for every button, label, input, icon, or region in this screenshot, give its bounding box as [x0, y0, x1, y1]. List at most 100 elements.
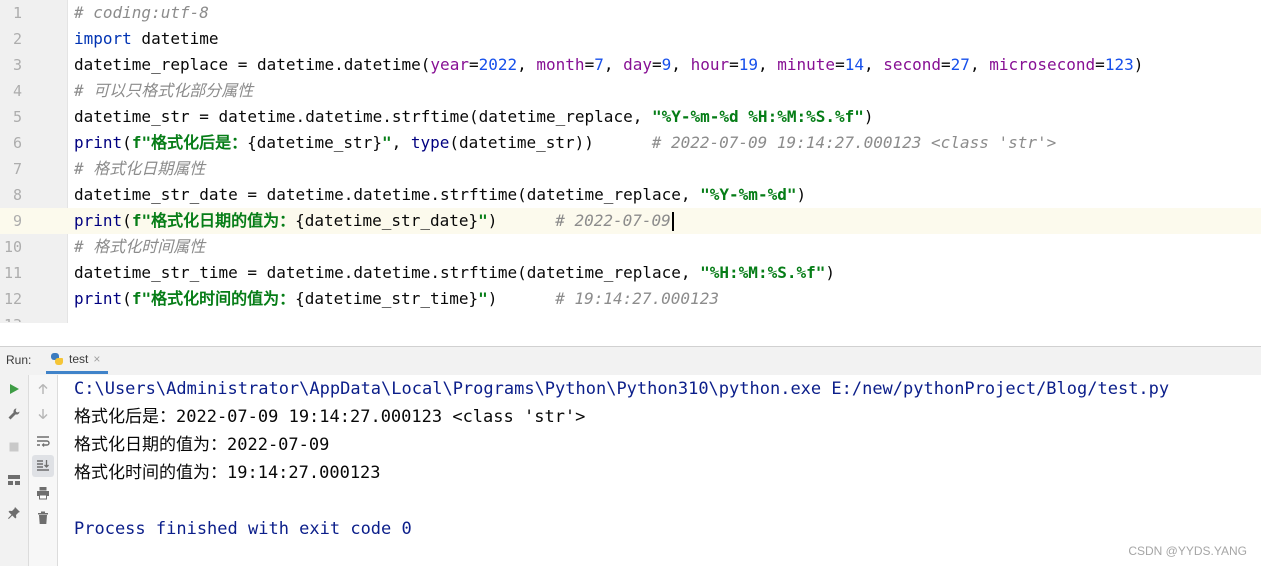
- soft-wrap-icon[interactable]: [32, 430, 54, 452]
- code-token: ): [487, 211, 556, 230]
- code-token: =: [729, 55, 739, 74]
- code-token: ,: [391, 133, 411, 152]
- code-token: "%Y-%m-%d": [700, 185, 797, 204]
- code-line[interactable]: 1 # coding:utf-8: [0, 0, 1261, 26]
- code-text[interactable]: print(f"格式化后是：{datetime_str}", type(date…: [74, 130, 1056, 156]
- code-token: ): [825, 263, 836, 282]
- run-tab-label: test: [69, 352, 89, 366]
- code-token: # 格式化时间属性: [74, 237, 206, 256]
- code-line[interactable]: 11 datetime_str_time = datetime.datetime.…: [0, 260, 1261, 286]
- code-token: 19: [738, 55, 758, 74]
- console-output-line: 格式化后是：2022-07-09 19:14:27.000123 <class …: [74, 403, 585, 431]
- code-token: ,: [517, 55, 537, 74]
- layout-icon[interactable]: [3, 469, 25, 491]
- code-text[interactable]: # 可以只格式化部分属性: [74, 78, 253, 104]
- code-text[interactable]: print(f"格式化时间的值为：{datetime_str_time}") #…: [74, 286, 719, 312]
- code-token: 2022: [478, 55, 518, 74]
- code-token: =: [468, 55, 479, 74]
- code-token: =: [584, 55, 595, 74]
- code-line[interactable]: 12 print(f"格式化时间的值为：{datetime_str_time}")…: [0, 286, 1261, 312]
- code-token: # 19:14:27.000123: [555, 289, 719, 308]
- code-token: {datetime_str}: [247, 133, 382, 152]
- code-text[interactable]: datetime_replace = datetime.datetime(yea…: [74, 52, 1143, 78]
- code-token: (datetime_str)): [449, 133, 652, 152]
- code-token: {datetime_str_time}: [295, 289, 479, 308]
- line-number: 2: [12, 30, 22, 48]
- code-token: import: [74, 29, 132, 48]
- run-toolbar-secondary: [29, 375, 58, 566]
- code-token: # coding:utf-8: [74, 3, 209, 22]
- code-token: # 2022-07-09 19:14:27.000123 <class 'str…: [651, 133, 1057, 152]
- code-text[interactable]: datetime_str_time = datetime.datetime.st…: [74, 260, 835, 286]
- code-token: =: [835, 55, 845, 74]
- code-text[interactable]: # 格式化时间属性: [74, 234, 205, 260]
- code-token: ): [796, 185, 807, 204]
- scroll-to-end-icon[interactable]: [32, 455, 54, 477]
- code-token: =: [652, 55, 662, 74]
- print-icon[interactable]: [32, 482, 54, 504]
- code-token: (: [122, 289, 132, 308]
- code-token: type: [410, 133, 450, 152]
- line-number: 5: [12, 108, 22, 126]
- play-icon[interactable]: [3, 378, 25, 400]
- code-token: ,: [603, 55, 624, 74]
- code-token: "%Y-%m-%d %H:%M:%S.%f": [651, 107, 864, 126]
- code-token: minute: [777, 55, 836, 74]
- run-console[interactable]: C:\Users\Administrator\AppData\Local\Pro…: [58, 375, 1261, 566]
- run-label: Run:: [6, 353, 32, 367]
- code-token: day: [623, 55, 653, 74]
- arrow-down-icon[interactable]: [32, 403, 54, 425]
- code-token: (: [122, 133, 132, 152]
- code-token: =: [1095, 55, 1105, 74]
- console-command-line[interactable]: C:\Users\Administrator\AppData\Local\Pro…: [74, 375, 1169, 403]
- code-token: 27: [950, 55, 970, 74]
- code-line[interactable]: 6 print(f"格式化后是：{datetime_str}", type(dat…: [0, 130, 1261, 156]
- code-token: datetime_str = datetime.datetime.strftim…: [74, 107, 652, 126]
- line-number: 7: [12, 160, 22, 178]
- console-output-text: 格式化后是：2022-07-09 19:14:27.000123 <class …: [74, 407, 586, 427]
- code-token: month: [536, 55, 585, 74]
- code-token: # 可以只格式化部分属性: [74, 81, 254, 100]
- wrench-icon[interactable]: [3, 403, 25, 425]
- code-token: "%H:%M:%S.%f": [700, 263, 826, 282]
- code-token: datetime: [131, 29, 219, 48]
- code-line[interactable]: 7 # 格式化日期属性: [0, 156, 1261, 182]
- code-token: 123: [1104, 55, 1134, 74]
- trash-icon[interactable]: [32, 507, 54, 529]
- code-line[interactable]: 3 datetime_replace = datetime.datetime(ye…: [0, 52, 1261, 78]
- console-output-text: 格式化时间的值为：19:14:27.000123: [74, 463, 381, 483]
- code-token: ,: [671, 55, 691, 74]
- code-text[interactable]: print(f"格式化日期的值为：{datetime_str_date}") #…: [74, 208, 674, 234]
- stop-icon[interactable]: [3, 436, 25, 458]
- code-line[interactable]: 4 # 可以只格式化部分属性: [0, 78, 1261, 104]
- watermark: CSDN @YYDS.YANG: [1128, 544, 1247, 558]
- code-line[interactable]: 2 import datetime: [0, 26, 1261, 52]
- code-token: hour: [690, 55, 730, 74]
- code-token: 7: [594, 55, 604, 74]
- line-number: 4: [12, 82, 22, 100]
- console-process-finished: Process finished with exit code 0: [74, 519, 412, 539]
- console-output-line: 格式化日期的值为：2022-07-09: [74, 431, 329, 459]
- code-line[interactable]: 8 datetime_str_date = datetime.datetime.s…: [0, 182, 1261, 208]
- code-text[interactable]: datetime_str = datetime.datetime.strftim…: [74, 104, 874, 130]
- code-text[interactable]: # 格式化日期属性: [74, 156, 205, 182]
- pin-icon[interactable]: [3, 502, 25, 524]
- code-line[interactable]: 10 # 格式化时间属性: [0, 234, 1261, 260]
- code-token: ): [863, 107, 874, 126]
- line-number-partial: 13: [0, 312, 22, 322]
- code-editor[interactable]: 1 # coding:utf-8 2 import datetime 3 datetime…: [0, 0, 1261, 323]
- code-text[interactable]: # coding:utf-8: [74, 0, 209, 26]
- arrow-up-icon[interactable]: [32, 378, 54, 400]
- code-token: ): [1133, 55, 1144, 74]
- code-token: year: [430, 55, 469, 74]
- code-line[interactable]: 9 print(f"格式化日期的值为：{datetime_str_date}") …: [0, 208, 1261, 234]
- code-lines[interactable]: 1 # coding:utf-8 2 import datetime 3 datetime…: [0, 0, 1261, 312]
- code-token: (: [122, 211, 132, 230]
- close-icon[interactable]: ×: [93, 352, 100, 366]
- run-tab-test[interactable]: test ×: [46, 347, 109, 374]
- code-token: datetime_str_date = datetime.datetime.st…: [74, 185, 701, 204]
- code-line[interactable]: 5 datetime_str = datetime.datetime.strfti…: [0, 104, 1261, 130]
- code-text[interactable]: import datetime: [74, 26, 219, 52]
- code-token: print: [74, 289, 123, 308]
- code-text[interactable]: datetime_str_date = datetime.datetime.st…: [74, 182, 806, 208]
